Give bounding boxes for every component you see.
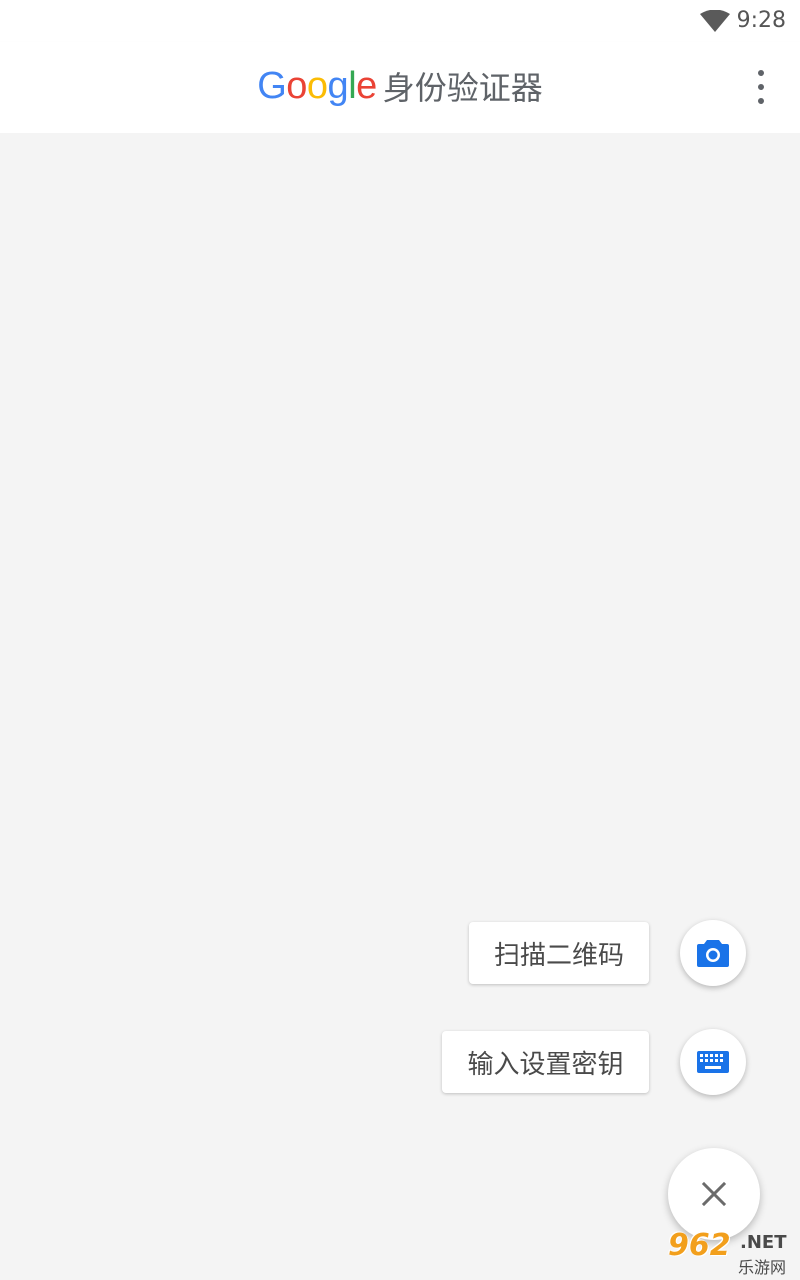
status-bar: 9:28 (0, 0, 800, 42)
keyboard-icon (697, 1051, 729, 1073)
google-logo-letter: G (257, 64, 287, 107)
status-time: 9:28 (736, 8, 786, 33)
enter-key-label[interactable]: 输入设置密钥 (442, 1031, 649, 1093)
enter-key-button[interactable] (680, 1029, 746, 1095)
account-list (0, 133, 800, 1280)
google-logo: Google (257, 65, 377, 108)
watermark-number: 962 (668, 1228, 731, 1263)
menu-dot (758, 70, 764, 76)
app-title-text: 身份验证器 (382, 69, 543, 107)
watermark-site: 乐游网 (738, 1258, 787, 1277)
more-vert-icon[interactable] (746, 70, 776, 104)
google-logo-letter: g (327, 64, 349, 107)
app-bar: Google 身份验证器 (0, 42, 800, 133)
scan-qr-label[interactable]: 扫描二维码 (469, 922, 649, 984)
menu-dot (758, 98, 764, 104)
watermark-suffix: .NET (740, 1232, 787, 1253)
google-logo-letter: l (348, 64, 357, 107)
scan-qr-button[interactable] (680, 920, 746, 986)
google-logo-letter: o (286, 64, 307, 107)
camera-icon (697, 940, 729, 967)
menu-dot (758, 84, 764, 90)
app-title: Google 身份验证器 (0, 64, 800, 108)
google-logo-letter: o (306, 64, 328, 107)
wifi-icon (700, 10, 730, 32)
screen: 9:28 Google 身份验证器 扫描二维码 输入设置密钥 962 .NET … (0, 0, 800, 1280)
watermark: 962 .NET 乐游网 (658, 1228, 796, 1277)
close-fab-button[interactable] (668, 1148, 760, 1240)
close-icon (701, 1181, 727, 1207)
google-logo-letter: e (356, 64, 377, 107)
